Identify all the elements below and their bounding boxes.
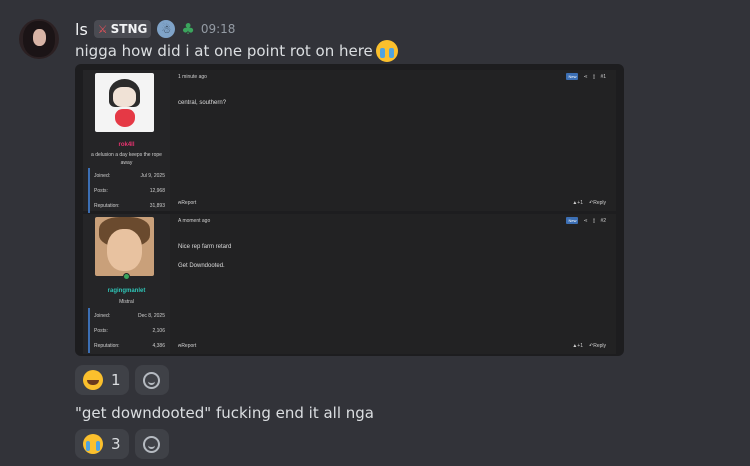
forum-post: rok4ll a delusion a day keeps the rope a… <box>83 70 616 213</box>
bookmark-icon: ▯ <box>592 73 596 80</box>
post-body: A moment ago New ⋖ ▯ #2 Nice rep farm re… <box>175 214 616 354</box>
post-avatar <box>95 217 154 276</box>
post-number: #2 <box>600 217 606 224</box>
add-reaction-button[interactable] <box>134 429 169 459</box>
like-count: ▲+1 <box>572 343 583 349</box>
reply-link: ↶Reply <box>589 343 606 349</box>
message-text-1: nigga how did i at one point rot on here <box>75 40 398 62</box>
guild-tag[interactable]: ⚔ STNG <box>93 20 152 38</box>
bookmark-icon: ▯ <box>592 217 596 224</box>
smiley-add-icon <box>143 371 161 389</box>
snowman-badge-icon[interactable]: ☃ <box>157 20 176 38</box>
post-tools: New ⋖ ▯ #2 <box>566 217 606 224</box>
reaction-count: 1 <box>111 371 121 389</box>
reply-link: ↶Reply <box>589 200 606 206</box>
post-username: rok4ll <box>118 142 135 148</box>
message-header: ls ⚔ STNG ☃ ♣ 09:18 <box>75 18 235 40</box>
report-link: ⍾Report <box>178 343 197 349</box>
post-text-line: Nice rep farm retard <box>178 244 232 250</box>
reaction-button[interactable]: 3 <box>75 429 129 459</box>
report-link: ⍾Report <box>178 200 197 206</box>
post-user-title: a delusion a day keeps the rope away <box>91 152 162 166</box>
username[interactable]: ls <box>75 20 88 39</box>
post-time: 1 minute ago <box>178 74 207 80</box>
crying-emoji-icon <box>83 434 103 454</box>
stat-reputation: Reputation: 31,893 <box>94 202 165 209</box>
guild-tag-label: STNG <box>110 22 148 36</box>
post-time: A moment ago <box>178 218 211 224</box>
post-actions: ▲+1 ↶Reply <box>572 343 606 349</box>
stat-joined: Joined: Jul 9, 2025 <box>94 172 165 179</box>
post-username: ragingmanlet <box>107 288 146 294</box>
online-status-dot <box>123 273 130 280</box>
stat-posts: Posts: 2,106 <box>94 327 165 334</box>
message-text: nigga how did i at one point rot on here <box>75 42 373 60</box>
crying-emoji-icon <box>375 40 398 62</box>
post-user-sidebar: rok4ll a delusion a day keeps the rope a… <box>83 70 170 213</box>
post-body: 1 minute ago New ⋖ ▯ #1 central, souther… <box>175 70 616 211</box>
reaction-bar: 1 <box>75 365 169 395</box>
post-number: #1 <box>600 73 606 80</box>
like-count: ▲+1 <box>572 200 583 206</box>
post-user-stats: Joined: Jul 9, 2025 Posts: 12,968 Reputati… <box>88 168 165 213</box>
stat-joined: Joined: Dec 8, 2025 <box>94 312 165 319</box>
heart-icon <box>115 109 135 127</box>
reaction-button[interactable]: 1 <box>75 365 129 395</box>
smiley-add-icon <box>143 435 161 453</box>
new-badge: New <box>566 73 579 80</box>
laughing-crying-emoji-icon <box>83 370 103 390</box>
user-avatar[interactable] <box>19 19 59 59</box>
share-icon: ⋖ <box>583 217 588 224</box>
post-user-sidebar: ragingmanlet Mistral Joined: Dec 8, 2025 … <box>83 214 170 354</box>
share-icon: ⋖ <box>583 73 588 80</box>
reaction-bar: 3 <box>75 429 169 459</box>
stat-posts: Posts: 12,968 <box>94 187 165 194</box>
avatar-face <box>113 87 136 107</box>
avatar-face <box>107 229 142 271</box>
forum-screenshot-attachment[interactable]: rok4ll a delusion a day keeps the rope a… <box>75 64 624 356</box>
forum-post: ragingmanlet Mistral Joined: Dec 8, 2025 … <box>83 214 616 354</box>
post-actions: ▲+1 ↶Reply <box>572 200 606 206</box>
post-text-line: central, southern? <box>178 100 227 106</box>
post-tools: New ⋖ ▯ #1 <box>566 73 606 80</box>
avatar-face <box>33 29 46 46</box>
clover-badge-icon[interactable]: ♣ <box>181 20 194 38</box>
post-user-stats: Joined: Dec 8, 2025 Posts: 2,106 Reputatio… <box>88 308 165 353</box>
message-text-2: "get downdooted" fucking end it all nga <box>75 404 374 422</box>
add-reaction-button[interactable] <box>134 365 169 395</box>
post-user-title: Mistral <box>119 299 134 305</box>
post-avatar <box>95 73 154 132</box>
sword-icon: ⚔ <box>97 22 108 36</box>
new-badge: New <box>566 217 579 224</box>
post-text-line: Get Downdooted. <box>178 263 225 269</box>
message-timestamp[interactable]: 09:18 <box>201 22 236 36</box>
reaction-count: 3 <box>111 435 121 453</box>
stat-reputation: Reputation: 4,386 <box>94 342 165 349</box>
